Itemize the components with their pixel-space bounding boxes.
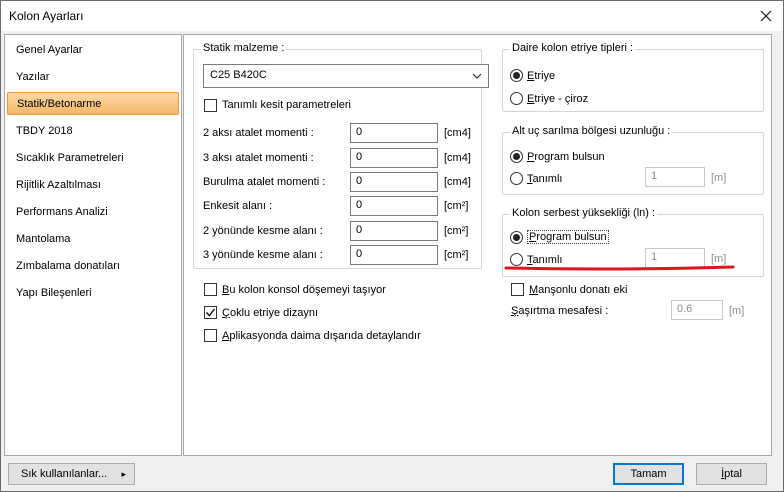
sasirtma-input[interactable]: 0.6 bbox=[671, 300, 723, 320]
row-label-torsion-inertia: Burulma atalet momenti : bbox=[203, 176, 326, 188]
radio-confinement-custom[interactable] bbox=[510, 172, 523, 185]
close-button[interactable] bbox=[755, 5, 777, 27]
row-label-2-dir-shear-area: 2 yönünde kesme alanı : bbox=[203, 225, 323, 237]
confinement-length-title: Alt uç sarılma bölgesi uzunluğu : bbox=[510, 125, 673, 137]
sidebar-item-yapi-bilesenleri[interactable]: Yapı Bileşenleri bbox=[7, 282, 179, 305]
confinement-length-input[interactable]: 1 bbox=[645, 167, 705, 187]
radio-free-height-program-label: Program bulsun bbox=[527, 230, 609, 244]
radio-free-height-program[interactable] bbox=[510, 231, 523, 244]
mansonlu-checkbox[interactable] bbox=[511, 283, 524, 296]
cantilever-label: Bu kolon konsol döşemeyi taşıyor bbox=[222, 284, 386, 296]
sidebar-item-sicaklik-parametreleri[interactable]: Sıcaklık Parametreleri bbox=[7, 147, 179, 170]
close-icon bbox=[760, 10, 772, 22]
dialog-window: Kolon Ayarları Genel Ayarlar Yazılar Sta… bbox=[0, 0, 784, 492]
radio-etriye-ciroz[interactable] bbox=[510, 92, 523, 105]
aplikasyon-label: Aplikasyonda daima dışarıda detaylandır bbox=[222, 330, 421, 342]
sidebar-item-performans-analizi[interactable]: Performans Analizi bbox=[7, 201, 179, 224]
ok-button[interactable]: Tamam bbox=[613, 463, 684, 485]
confinement-length-group: Alt uç sarılma bölgesi uzunluğu : Progra… bbox=[502, 125, 764, 195]
radio-etriye[interactable] bbox=[510, 69, 523, 82]
row-label-3-axis-inertia: 3 aksı atalet momenti : bbox=[203, 152, 314, 164]
custom-section-label: Tanımlı kesit parametreleri bbox=[222, 99, 351, 111]
multi-stirrup-label: Çoklu etriye dizaynı bbox=[222, 307, 318, 319]
aplikasyon-checkbox[interactable] bbox=[204, 329, 217, 342]
sidebar-item-statik-betonarme[interactable]: Statik/Betonarme bbox=[7, 92, 179, 115]
radio-confinement-program-label: Program bulsun bbox=[527, 151, 605, 163]
frequent-settings-button[interactable]: Sık kullanılanlar... ▸ bbox=[8, 463, 135, 485]
row-label-cross-section-area: Enkesit alanı : bbox=[203, 200, 273, 212]
mansonlu-label: Manşonlu donatı eki bbox=[529, 284, 628, 296]
radio-etriye-label: Etriye bbox=[527, 70, 556, 82]
sidebar-item-genel-ayarlar[interactable]: Genel Ayarlar bbox=[7, 39, 179, 62]
free-height-title: Kolon serbest yüksekliği (ln) : bbox=[510, 207, 658, 219]
frequent-settings-label: Sık kullanılanlar... bbox=[21, 468, 108, 480]
input-2-axis-inertia[interactable]: 0 bbox=[350, 123, 438, 143]
input-2-dir-shear-area[interactable]: 0 bbox=[350, 221, 438, 241]
sidebar-item-zimbalama-donatilari[interactable]: Zımbalama donatıları bbox=[7, 255, 179, 278]
unit-3-dir-shear-area: [cm²] bbox=[444, 249, 469, 261]
sidebar-item-rijitlik-azaltilmasi[interactable]: Rijitlik Azaltılması bbox=[7, 174, 179, 197]
material-select-value: C25 B420C bbox=[210, 69, 267, 81]
unit-2-axis-inertia: [cm4] bbox=[444, 127, 471, 139]
unit-torsion-inertia: [cm4] bbox=[444, 176, 471, 188]
row-label-3-dir-shear-area: 3 yönünde kesme alanı : bbox=[203, 249, 323, 261]
sidebar-item-tbdy-2018[interactable]: TBDY 2018 bbox=[7, 120, 179, 143]
sasirtma-unit: [m] bbox=[729, 305, 745, 317]
title-bar: Kolon Ayarları bbox=[1, 1, 783, 31]
chevron-down-icon bbox=[472, 73, 482, 79]
input-3-axis-inertia[interactable]: 0 bbox=[350, 148, 438, 168]
category-list: Genel Ayarlar Yazılar Statik/Betonarme T… bbox=[4, 34, 182, 456]
input-cross-section-area[interactable]: 0 bbox=[350, 196, 438, 216]
unit-cross-section-area: [cm²] bbox=[444, 200, 469, 212]
confinement-length-unit: [m] bbox=[711, 172, 727, 184]
sidebar-item-yazilar[interactable]: Yazılar bbox=[7, 66, 179, 89]
multi-stirrup-checkbox[interactable] bbox=[204, 306, 217, 319]
checkmark-icon bbox=[205, 308, 216, 317]
input-torsion-inertia[interactable]: 0 bbox=[350, 172, 438, 192]
radio-confinement-custom-label: Tanımlı bbox=[527, 173, 563, 185]
circular-stirrup-title: Daire kolon etriye tipleri : bbox=[510, 42, 636, 54]
chevron-right-icon: ▸ bbox=[121, 469, 126, 479]
radio-etriye-ciroz-label: Etriye - çiroz bbox=[527, 93, 589, 105]
row-label-2-axis-inertia: 2 aksı atalet momenti : bbox=[203, 127, 314, 139]
static-material-title: Statik malzeme : bbox=[201, 42, 287, 54]
circular-stirrup-group: Daire kolon etriye tipleri : Etriye Etri… bbox=[502, 42, 764, 112]
cancel-button[interactable]: İptal bbox=[696, 463, 767, 485]
settings-panel: Statik malzeme : C25 B420C Tanımlı kesit… bbox=[183, 34, 772, 456]
window-title: Kolon Ayarları bbox=[9, 9, 84, 23]
static-material-group: Statik malzeme : C25 B420C Tanımlı kesit… bbox=[193, 42, 489, 269]
material-select[interactable]: C25 B420C bbox=[203, 64, 489, 88]
radio-confinement-program[interactable] bbox=[510, 150, 523, 163]
cantilever-checkbox[interactable] bbox=[204, 283, 217, 296]
red-annotation-underline bbox=[504, 265, 735, 271]
sidebar-item-mantolama[interactable]: Mantolama bbox=[7, 228, 179, 251]
custom-section-checkbox[interactable] bbox=[204, 99, 217, 112]
input-3-dir-shear-area[interactable]: 0 bbox=[350, 245, 438, 265]
unit-2-dir-shear-area: [cm²] bbox=[444, 225, 469, 237]
sasirtma-label: Şaşırtma mesafesi : bbox=[511, 305, 609, 317]
unit-3-axis-inertia: [cm4] bbox=[444, 152, 471, 164]
